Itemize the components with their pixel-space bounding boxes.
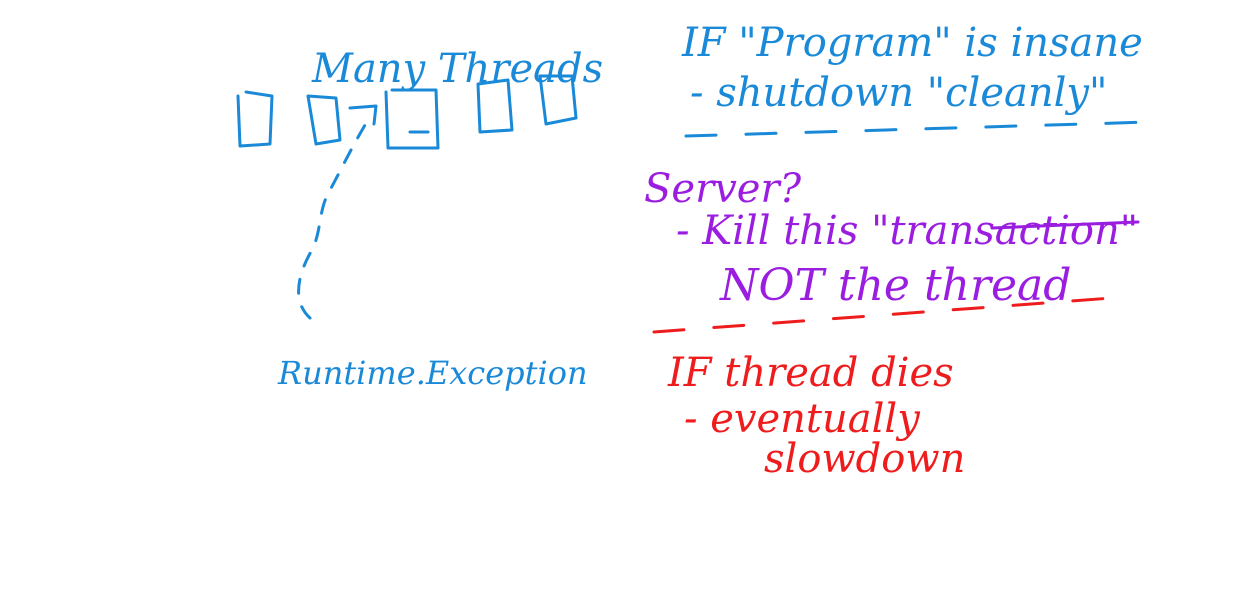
note3-line3: slowdown — [764, 436, 965, 482]
thread-box-1 — [236, 90, 274, 148]
diagram-title: Many Threads — [311, 46, 603, 92]
thread-box-3-active — [384, 88, 440, 150]
exception-arrow — [297, 118, 370, 320]
note1-line1: IF "Program" is insane — [681, 20, 1143, 66]
thread-box-2 — [306, 94, 342, 146]
thread-connector — [348, 104, 378, 126]
note3-line1: IF thread dies — [667, 350, 954, 396]
caller-label: Runtime.Exception — [277, 354, 588, 392]
separator-1 — [684, 120, 1152, 138]
note-block-1: IF "Program" is insane - shutdown "clean… — [681, 20, 1143, 116]
whiteboard-canvas: Many Threads Runtime.Exception IF "Progr… — [236, 20, 1152, 482]
note-block-3: IF thread dies - eventually slowdown — [667, 350, 965, 482]
note2-line3: NOT the thread — [719, 260, 1071, 311]
note1-line2: - shutdown "cleanly" — [690, 70, 1107, 116]
note2-line1: Server? — [644, 166, 802, 212]
note-block-2: Server? - Kill this "transaction" NOT th… — [644, 166, 1140, 311]
note2-line2: - Kill this "transaction" — [676, 208, 1138, 254]
